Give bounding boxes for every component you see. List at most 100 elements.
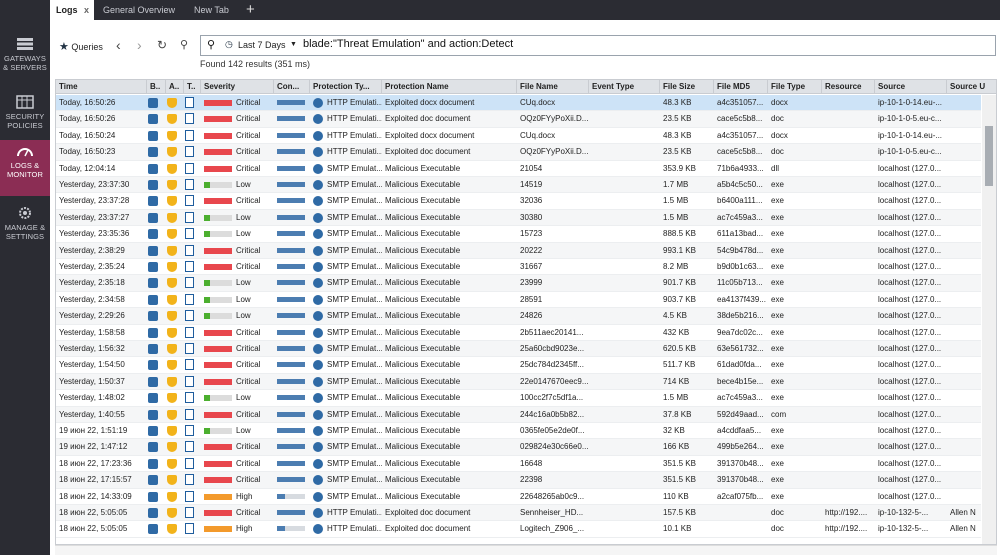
file-name-cell: 244c16a0b5b82... xyxy=(520,409,585,419)
time-cell: 19 июн 22, 1:47:12 xyxy=(59,442,128,452)
vertical-scrollbar[interactable] xyxy=(982,95,996,544)
table-row[interactable]: Today, 16:50:26 Critical HTTP Emulati... Ex… xyxy=(56,95,981,112)
table-row[interactable]: 18 июн 22, 17:23:36 Critical SMTP Emulat..… xyxy=(56,456,981,473)
severity-bar-track xyxy=(210,182,232,188)
tab-new-tab[interactable]: New Tab xyxy=(194,0,229,20)
forward-arrow-icon[interactable]: › xyxy=(137,37,142,53)
query-options-icon[interactable]: ⚲ xyxy=(180,38,188,51)
column-header[interactable]: File MD5 xyxy=(714,80,768,94)
protection-type-cell: SMTP Emulat... xyxy=(310,456,382,472)
severity-bar xyxy=(204,313,210,320)
type-cell xyxy=(184,423,201,439)
table-row[interactable]: 18 июн 22, 5:05:05 Critical HTTP Emulati..… xyxy=(56,505,981,522)
blade-cell xyxy=(147,275,166,291)
file-size-cell: 23.5 KB xyxy=(663,147,692,157)
column-header[interactable]: File Type xyxy=(768,80,822,94)
table-row[interactable]: Yesterday, 1:56:32 Critical SMTP Emulat...… xyxy=(56,341,981,358)
table-row[interactable]: 18 июн 22, 17:15:57 Critical SMTP Emulat..… xyxy=(56,472,981,489)
table-row[interactable]: Yesterday, 1:40:55 Critical SMTP Emulat...… xyxy=(56,406,981,423)
severity-label: Low xyxy=(236,229,251,239)
table-row[interactable]: Yesterday, 2:29:26 Low SMTP Emulat... Malic… xyxy=(56,308,981,325)
table-row[interactable]: Yesterday, 2:34:58 Low SMTP Emulat... Malic… xyxy=(56,292,981,309)
tab-logs[interactable]: Logs x xyxy=(50,0,94,20)
queries-button[interactable]: ★ Queries xyxy=(59,40,103,53)
table-row[interactable]: Yesterday, 1:58:58 Critical SMTP Emulat...… xyxy=(56,325,981,341)
log-type-icon xyxy=(185,343,194,354)
sidebar-item-gateways[interactable]: GATEWAYS & SERVERS xyxy=(0,33,50,87)
query-input[interactable]: blade:"Threat Emulation" and action:Dete… xyxy=(303,38,513,50)
scrollbar-thumb[interactable] xyxy=(985,126,993,186)
blade-cell xyxy=(147,243,166,259)
file-type-cell: exe xyxy=(771,212,784,222)
column-header[interactable]: A.. xyxy=(166,80,184,94)
table-row[interactable]: Today, 16:50:24 Critical HTTP Emulati... Ex… xyxy=(56,128,981,145)
search-bar[interactable]: ⚲ ◷ Last 7 Days ▼ blade:"Threat Emulatio… xyxy=(200,35,996,56)
time-filter-dropdown[interactable]: Last 7 Days xyxy=(238,40,286,50)
severity-bar xyxy=(204,182,210,188)
sidebar-item-manage[interactable]: MANAGE & SETTINGS xyxy=(0,202,50,256)
resource-cell xyxy=(822,243,875,259)
sidebar-item-logs[interactable]: LOGS & MONITOR xyxy=(0,140,50,196)
column-header[interactable]: Source U xyxy=(947,80,996,94)
table-row[interactable]: Yesterday, 23:35:36 Low SMTP Emulat... Mali… xyxy=(56,226,981,243)
add-tab-button[interactable]: + xyxy=(246,1,255,18)
horizontal-scrollbar[interactable] xyxy=(55,545,997,555)
confidence-cell xyxy=(274,226,310,242)
column-header[interactable]: Protection Name xyxy=(382,80,517,94)
protection-icon xyxy=(313,344,323,354)
column-header[interactable]: Source xyxy=(875,80,947,94)
action-cell xyxy=(166,226,184,242)
column-header[interactable]: Severity xyxy=(201,80,274,94)
protection-type-label: SMTP Emulat... xyxy=(327,409,382,419)
action-icon xyxy=(167,278,177,289)
protection-name-cell: Malicious Executable xyxy=(385,196,461,206)
table-row[interactable]: Yesterday, 2:35:24 Critical SMTP Emulat...… xyxy=(56,259,981,276)
column-header[interactable]: File Name xyxy=(517,80,589,94)
column-header[interactable]: Time xyxy=(56,80,147,94)
table-row[interactable]: Yesterday, 23:37:30 Low SMTP Emulat... Mali… xyxy=(56,177,981,194)
table-row[interactable]: 19 июн 22, 1:47:12 Critical SMTP Emulat...… xyxy=(56,439,981,456)
table-row[interactable]: Yesterday, 1:54:50 Critical SMTP Emulat...… xyxy=(56,357,981,374)
column-header[interactable]: Con... xyxy=(274,80,310,94)
table-row[interactable]: Yesterday, 23:37:27 Low SMTP Emulat... Mali… xyxy=(56,209,981,227)
table-row[interactable]: 19 июн 22, 1:51:19 Low SMTP Emulat... Malic… xyxy=(56,423,981,440)
confidence-bar xyxy=(277,395,305,401)
protection-type-label: SMTP Emulat... xyxy=(327,180,382,189)
resource-cell xyxy=(822,357,875,373)
table-row[interactable]: 18 июн 22, 14:33:09 High SMTP Emulat... Mal… xyxy=(56,489,981,505)
blade-icon xyxy=(148,180,158,190)
action-icon xyxy=(167,376,177,387)
column-header[interactable]: Event Type xyxy=(589,80,660,94)
table-row[interactable]: Yesterday, 2:38:29 Critical SMTP Emulat...… xyxy=(56,242,981,259)
column-header[interactable]: File Size xyxy=(660,80,714,94)
file-name-cell: 25dc784d2345ff... xyxy=(520,360,584,370)
back-arrow-icon[interactable]: ‹ xyxy=(116,37,121,53)
file-size-cell: 110 KB xyxy=(663,491,689,501)
table-row[interactable]: Today, 16:50:26 Critical HTTP Emulati... Ex… xyxy=(56,111,981,128)
severity-cell: Critical xyxy=(201,243,274,259)
type-cell xyxy=(184,243,201,259)
tab-general-overview[interactable]: General Overview xyxy=(103,0,175,20)
column-header[interactable]: B.. xyxy=(147,80,166,94)
confidence-bar xyxy=(277,231,305,237)
table-row[interactable]: Yesterday, 1:50:37 Critical SMTP Emulat...… xyxy=(56,373,981,391)
table-row[interactable]: Yesterday, 23:37:28 Critical SMTP Emulat..… xyxy=(56,193,981,210)
column-header[interactable]: Protection Ty... xyxy=(310,80,382,94)
refresh-icon[interactable]: ↻ xyxy=(157,38,167,52)
chevron-down-icon[interactable]: ▼ xyxy=(290,41,297,48)
table-row[interactable]: Yesterday, 1:48:02 Low SMTP Emulat... Malic… xyxy=(56,390,981,407)
severity-bar-track xyxy=(210,296,232,303)
close-icon[interactable]: x xyxy=(84,0,89,20)
table-row[interactable]: Yesterday, 2:35:18 Low SMTP Emulat... Malic… xyxy=(56,275,981,292)
protection-type-label: HTTP Emulati... xyxy=(327,147,382,157)
column-header[interactable]: T.. xyxy=(184,80,201,94)
table-row[interactable]: 18 июн 22, 5:05:05 High HTTP Emulati... Exp… xyxy=(56,521,981,538)
protection-name-cell: Exploited doc document xyxy=(385,114,471,124)
sidebar-item-security[interactable]: SECURITY POLICIES xyxy=(0,91,50,145)
resource-cell xyxy=(822,95,875,111)
file-size-cell: 351.5 KB xyxy=(663,458,696,468)
column-header[interactable]: Resource xyxy=(822,80,875,94)
table-row[interactable]: Today, 16:50:23 Critical HTTP Emulati... Ex… xyxy=(56,144,981,161)
protection-name-cell: Malicious Executable xyxy=(385,212,461,222)
table-row[interactable]: Today, 12:04:14 Critical SMTP Emulat... Mal… xyxy=(56,161,981,177)
